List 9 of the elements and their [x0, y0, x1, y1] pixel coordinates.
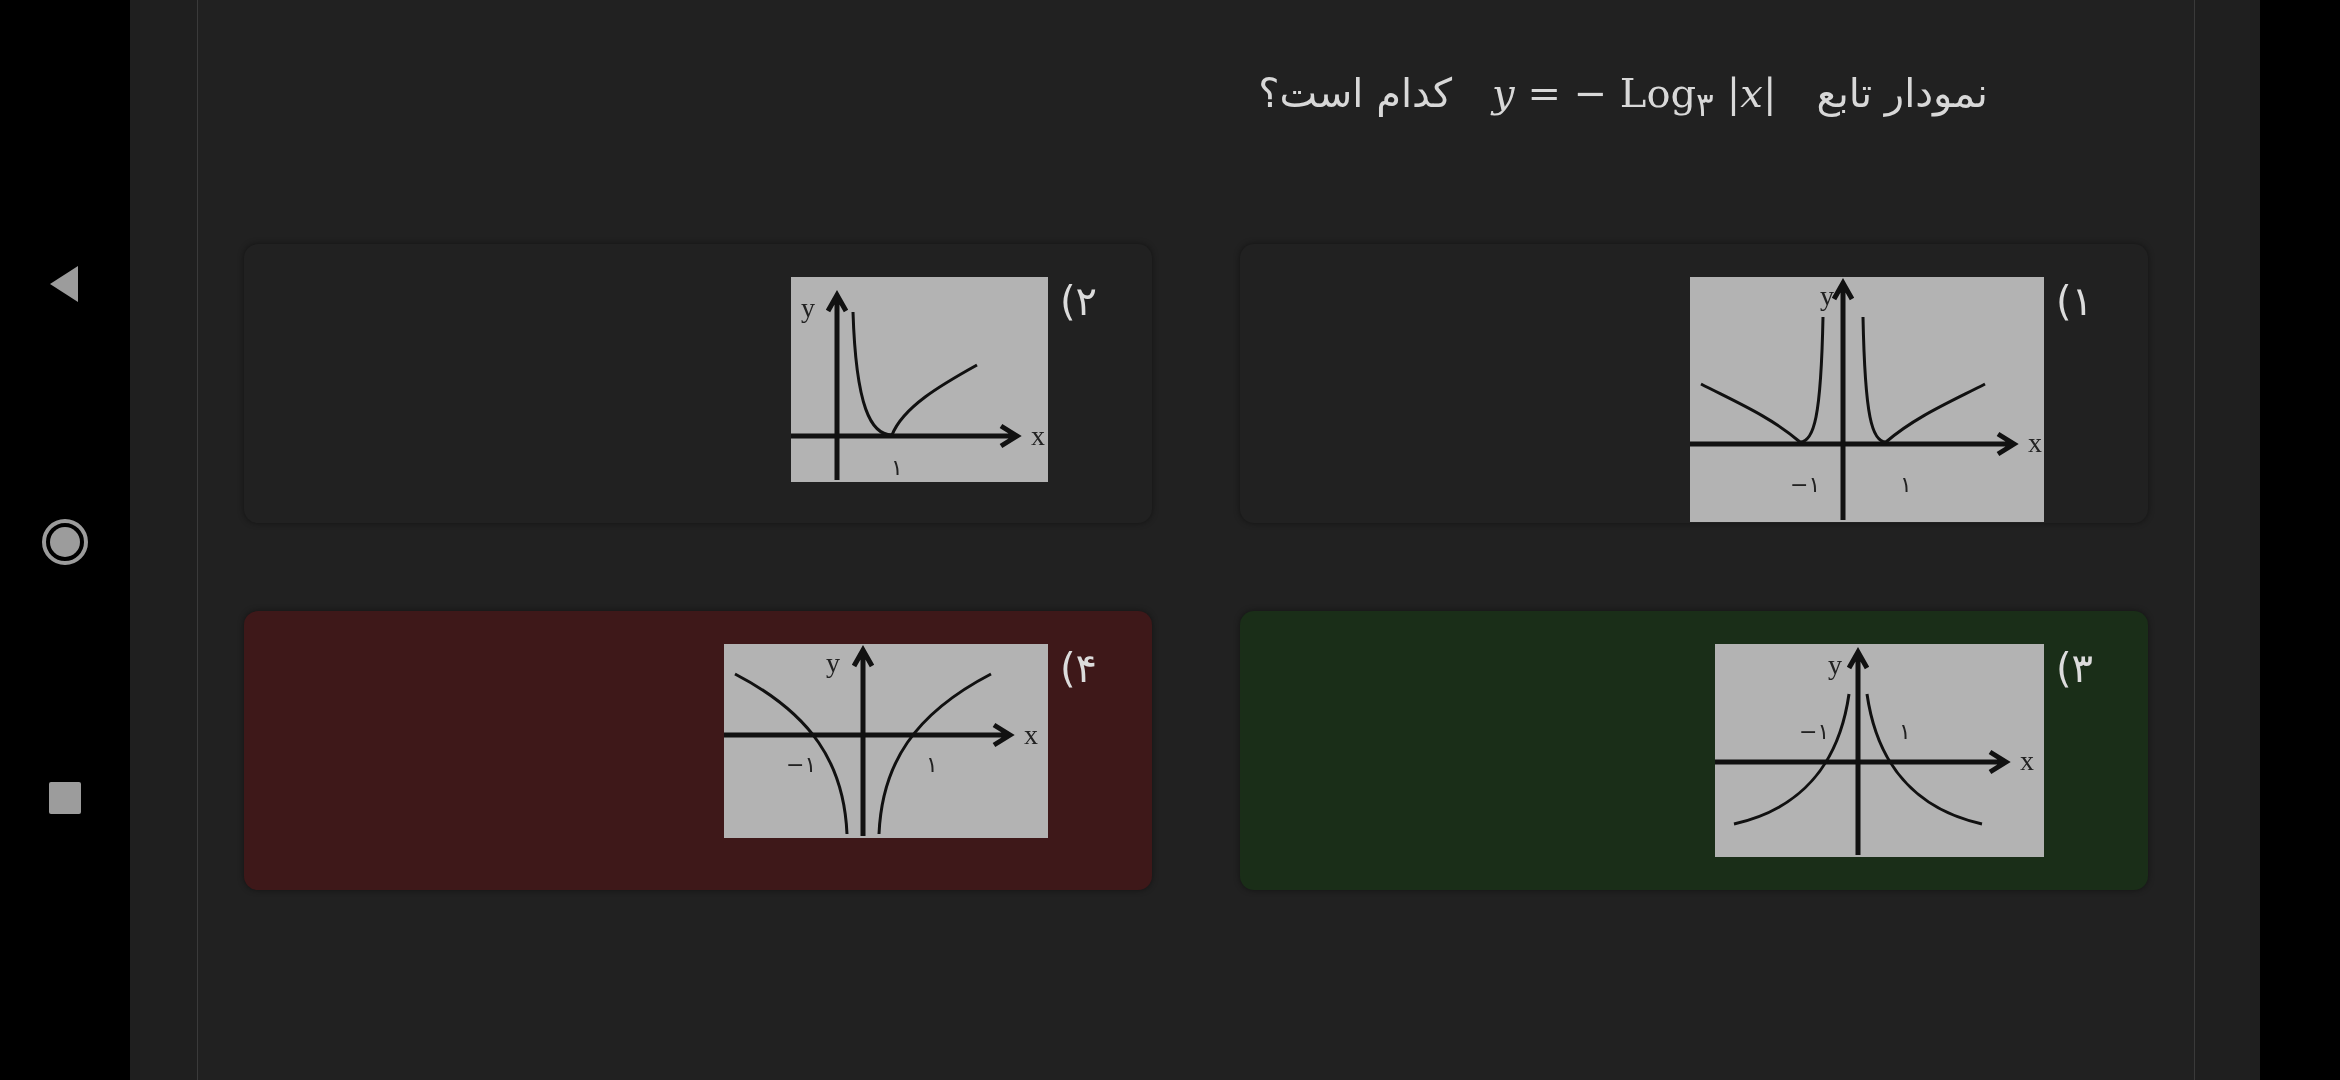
option-number: ۲) — [1059, 281, 1097, 321]
back-icon — [50, 266, 80, 302]
square-icon — [49, 782, 81, 814]
question-text: کدام است؟ — [1258, 70, 1453, 116]
option-number: ۱) — [2055, 281, 2093, 321]
option-number: ۳) — [2055, 648, 2093, 688]
question-text: نمودار تابع — [1816, 70, 1988, 116]
home-icon — [41, 518, 89, 566]
option-number: ۴) — [1059, 648, 1097, 688]
